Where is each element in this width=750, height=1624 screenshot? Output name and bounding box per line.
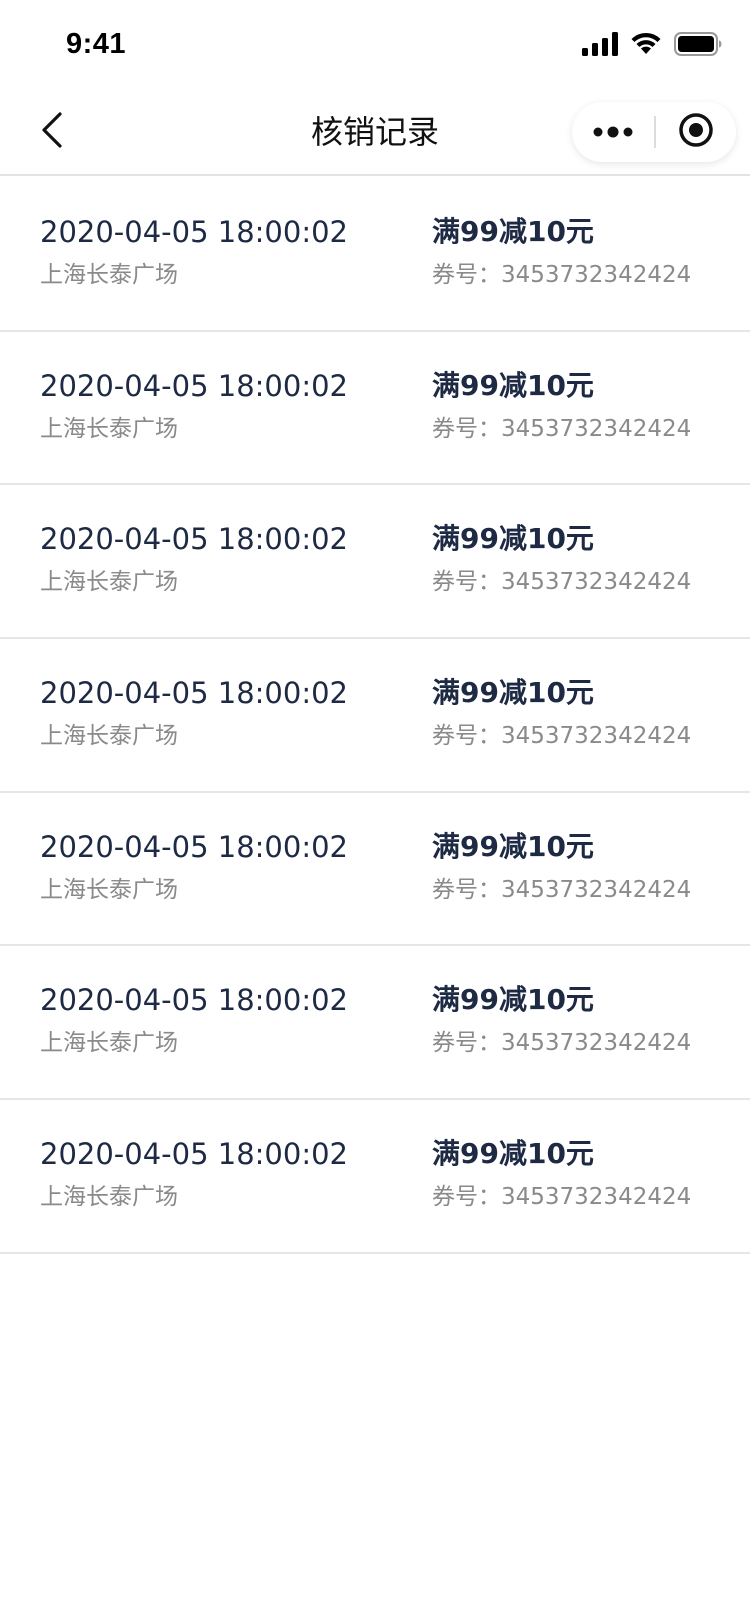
list-item[interactable]: 2020-04-05 18:00:02 上海长泰广场 满99减10元 券号：34…	[0, 485, 750, 640]
code-label: 券号：	[432, 876, 501, 903]
list-item[interactable]: 2020-04-05 18:00:02 上海长泰广场 满99减10元 券号：34…	[0, 1100, 750, 1254]
list-item[interactable]: 2020-04-05 18:00:02 上海长泰广场 满99减10元 券号：34…	[0, 639, 750, 793]
record-list: 2020-04-05 18:00:02 上海长泰广场 满99减10元 券号：34…	[0, 178, 750, 1254]
record-time: 2020-04-05 18:00:02	[40, 676, 348, 711]
close-button[interactable]	[656, 102, 736, 162]
record-time: 2020-04-05 18:00:02	[40, 368, 348, 403]
record-store: 上海长泰广场	[40, 1184, 178, 1211]
miniprogram-close-icon	[678, 112, 714, 152]
more-dots-icon	[593, 123, 633, 142]
code-label: 券号：	[432, 723, 501, 750]
signal-icon	[582, 32, 618, 60]
more-button[interactable]	[572, 102, 654, 162]
record-coupon: 满99减10元	[432, 829, 594, 863]
code-value: 3453732342424	[501, 1030, 692, 1057]
code-label: 券号：	[432, 1030, 501, 1057]
code-value: 3453732342424	[501, 569, 692, 596]
record-coupon: 满99减10元	[432, 983, 594, 1017]
record-time: 2020-04-05 18:00:02	[40, 215, 348, 249]
miniprogram-capsule	[572, 102, 736, 162]
record-store: 上海长泰广场	[40, 876, 178, 903]
record-code: 券号：3453732342424	[432, 875, 691, 905]
wifi-icon	[630, 32, 662, 60]
list-item[interactable]: 2020-04-05 18:00:02 上海长泰广场 满99减10元 券号：34…	[0, 332, 750, 486]
code-value: 3453732342424	[501, 876, 692, 903]
code-value: 3453732342424	[501, 723, 692, 750]
record-time: 2020-04-05 18:00:02	[40, 522, 348, 557]
code-value: 3453732342424	[501, 415, 692, 442]
battery-icon	[674, 32, 722, 60]
record-coupon: 满99减10元	[432, 215, 594, 248]
record-coupon: 满99减10元	[432, 368, 594, 402]
record-time: 2020-04-05 18:00:02	[40, 1137, 348, 1172]
list-item[interactable]: 2020-04-05 18:00:02 上海长泰广场 满99减10元 券号：34…	[0, 946, 750, 1101]
record-store: 上海长泰广场	[40, 723, 178, 750]
record-code: 券号：3453732342424	[432, 260, 691, 290]
record-time: 2020-04-05 18:00:02	[40, 829, 348, 864]
record-code: 券号：3453732342424	[432, 1028, 691, 1058]
record-code: 券号：3453732342424	[432, 414, 691, 444]
record-coupon: 满99减10元	[432, 1137, 594, 1171]
code-label: 券号：	[432, 569, 501, 596]
code-label: 券号：	[432, 262, 501, 288]
record-store: 上海长泰广场	[40, 262, 178, 288]
record-code: 券号：3453732342424	[432, 1182, 691, 1212]
record-coupon: 满99减10元	[432, 676, 594, 710]
list-item[interactable]: 2020-04-05 18:00:02 上海长泰广场 满99减10元 券号：34…	[0, 178, 750, 332]
record-store: 上海长泰广场	[40, 415, 178, 442]
record-store: 上海长泰广场	[40, 569, 178, 596]
nav-bar: 核销记录	[0, 88, 750, 176]
code-value: 3453732342424	[501, 1184, 692, 1211]
record-coupon: 满99减10元	[432, 522, 594, 556]
code-label: 券号：	[432, 1184, 501, 1211]
status-bar: 9:41	[0, 0, 750, 88]
code-label: 券号：	[432, 415, 501, 442]
status-time: 9:41	[66, 28, 127, 60]
record-code: 券号：3453732342424	[432, 721, 691, 751]
code-value: 3453732342424	[501, 262, 692, 288]
record-store: 上海长泰广场	[40, 1030, 178, 1057]
record-time: 2020-04-05 18:00:02	[40, 983, 348, 1018]
status-icons	[582, 32, 722, 60]
list-item[interactable]: 2020-04-05 18:00:02 上海长泰广场 满99减10元 券号：34…	[0, 793, 750, 947]
record-code: 券号：3453732342424	[432, 567, 691, 597]
